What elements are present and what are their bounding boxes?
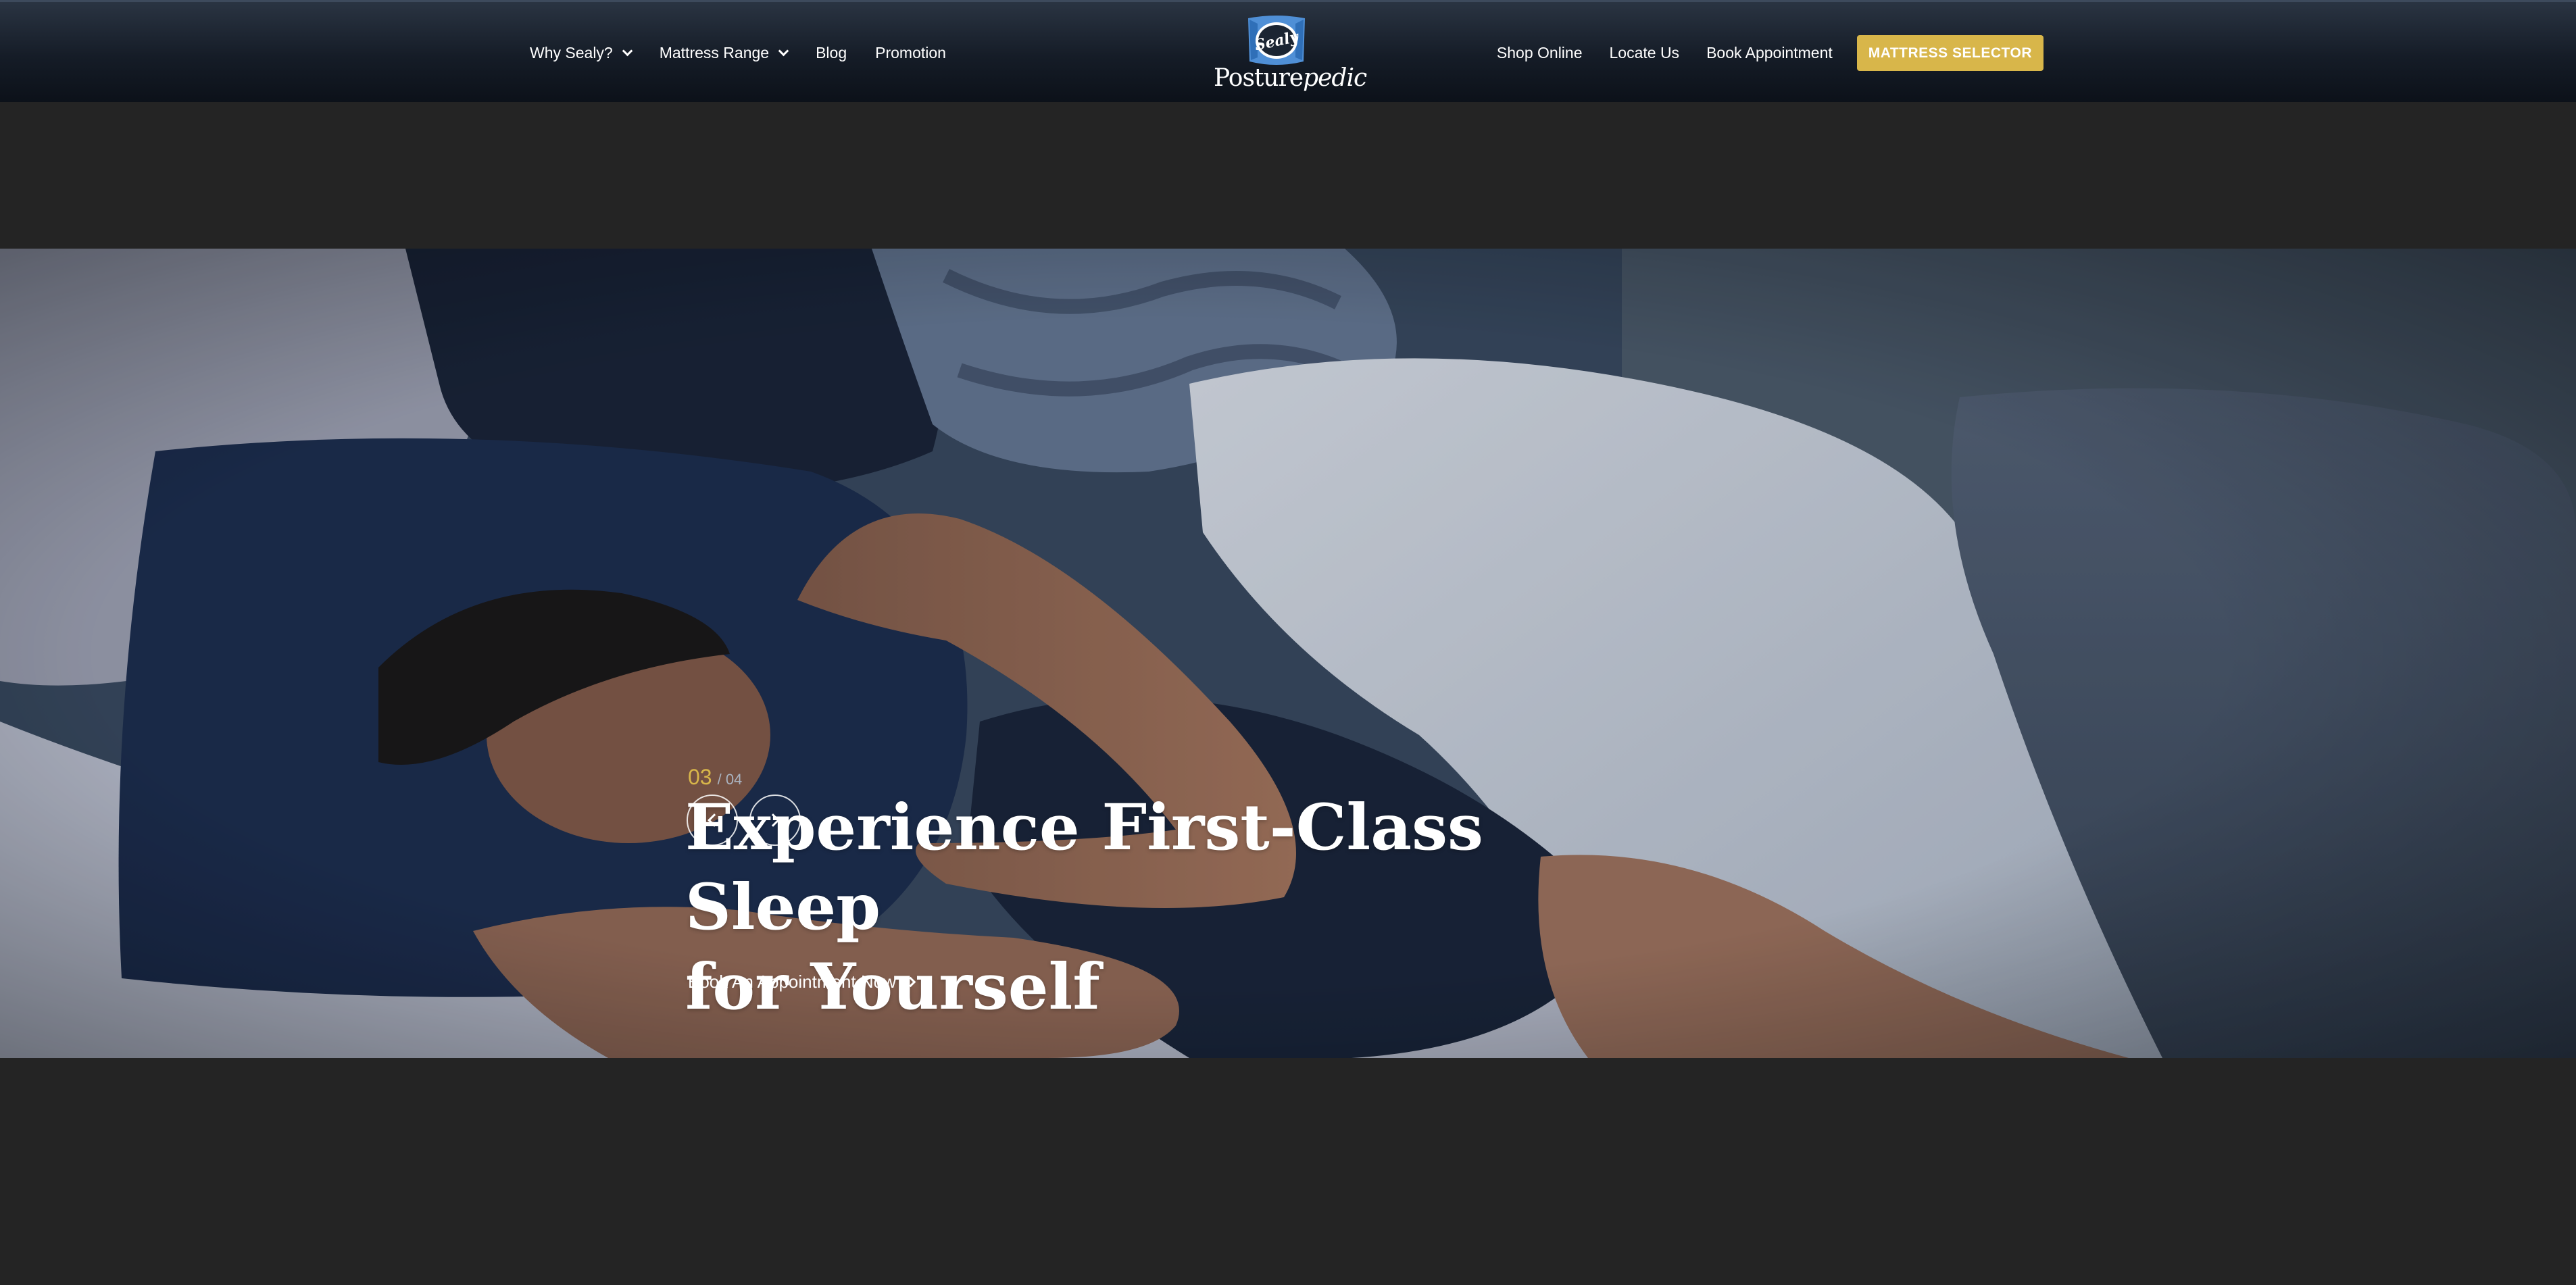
nav-shop-online-label: Shop Online	[1496, 44, 1583, 61]
nav-why-sealy-label: Why Sealy?	[530, 44, 613, 61]
nav-blog[interactable]: Blog	[816, 44, 847, 62]
slide-counter: 03 / 04	[688, 765, 742, 790]
slide-total: / 04	[717, 771, 743, 788]
site-header: Why Sealy? Mattress Range Blog Promotion…	[0, 0, 2576, 102]
chevron-down-icon	[622, 45, 633, 57]
chevron-right-icon	[766, 813, 780, 827]
posturepedic-wordmark: Posturepedic	[1214, 64, 1367, 92]
chevron-down-icon	[778, 45, 789, 57]
wordmark-bold: Posture	[1214, 64, 1304, 92]
nav-book-appointment[interactable]: Book Appointment	[1706, 44, 1833, 62]
wordmark-italic: pedic	[1303, 64, 1367, 92]
nav-mattress-range-label: Mattress Range	[659, 44, 770, 61]
primary-nav-right: Shop Online Locate Us Book Appointment M…	[1470, 2, 2044, 104]
slide-current: 03	[688, 765, 712, 789]
hero-headline-line1: Experience First-Class Sleep	[685, 790, 1483, 944]
nav-locate-us[interactable]: Locate Us	[1610, 44, 1680, 62]
nav-shop-online[interactable]: Shop Online	[1497, 44, 1583, 62]
nav-book-appointment-label: Book Appointment	[1706, 44, 1833, 61]
brand-logo[interactable]: Sealy Posturepedic	[1214, 11, 1367, 95]
chevron-left-icon	[708, 813, 721, 827]
primary-nav-left: Why Sealy? Mattress Range Blog Promotion	[530, 2, 974, 104]
sealy-badge-icon: Sealy	[1248, 16, 1305, 65]
nav-promotion[interactable]: Promotion	[875, 44, 946, 62]
nav-locate-us-label: Locate Us	[1609, 44, 1680, 61]
nav-promotion-label: Promotion	[875, 44, 946, 61]
nav-why-sealy[interactable]: Why Sealy?	[530, 44, 633, 62]
hero-slider: 03/ 04 Experience First-Class Sleep for …	[0, 249, 2576, 1058]
book-appointment-link[interactable]: Book An Appointment Now	[688, 972, 916, 992]
slider-next-button[interactable]	[749, 795, 801, 846]
nav-mattress-range[interactable]: Mattress Range	[659, 44, 789, 62]
mattress-selector-button[interactable]: MATTRESS SELECTOR	[1856, 35, 2044, 71]
book-appointment-link-label: Book An Appointment Now	[688, 972, 896, 992]
nav-blog-label: Blog	[816, 44, 847, 61]
slider-prev-button[interactable]	[687, 795, 738, 846]
chevron-right-icon	[905, 976, 916, 988]
